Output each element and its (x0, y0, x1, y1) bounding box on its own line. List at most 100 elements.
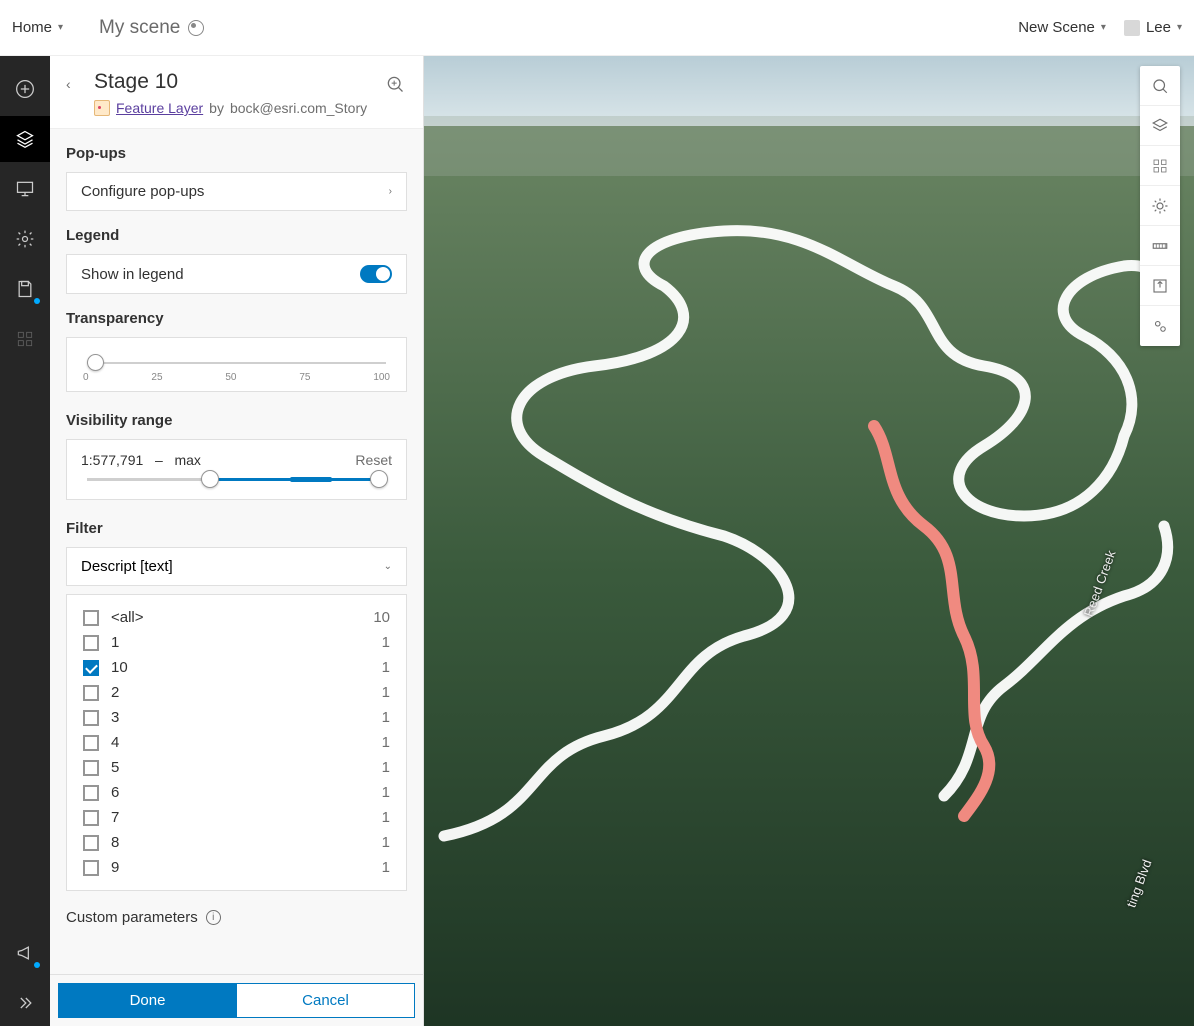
layers-icon (15, 129, 35, 149)
visibility-range-text: 1:577,791 – max (81, 452, 201, 468)
visibility-min-handle[interactable] (201, 470, 219, 488)
map-share-button[interactable] (1140, 266, 1180, 306)
custom-parameters-label: Custom parameters (66, 909, 198, 926)
filter-checkbox[interactable] (83, 685, 99, 701)
map-daylight-button[interactable] (1140, 186, 1180, 226)
basemap-icon (1151, 157, 1169, 175)
filter-item-count: 10 (373, 609, 390, 626)
ruler-icon (1151, 237, 1169, 255)
filter-checkbox[interactable] (83, 660, 99, 676)
nav-save[interactable] (0, 266, 50, 312)
filter-row[interactable]: 41 (67, 730, 406, 755)
filter-checkbox[interactable] (83, 810, 99, 826)
new-scene-menu[interactable]: New Scene ▾ (1018, 19, 1106, 36)
unsaved-dot-icon (34, 298, 40, 304)
chevron-down-icon: ▾ (1101, 22, 1106, 33)
filter-checkbox[interactable] (83, 735, 99, 751)
filter-checkbox[interactable] (83, 760, 99, 776)
tick-label: 50 (225, 372, 236, 383)
map-layers-button[interactable] (1140, 106, 1180, 146)
filter-item-count: 1 (382, 709, 390, 726)
visibility-max-handle[interactable] (370, 470, 388, 488)
custom-parameters-row[interactable]: Custom parameters i (66, 909, 407, 926)
map-toolbar (1140, 66, 1180, 346)
layers-icon (1151, 117, 1169, 135)
map-basemap-button[interactable] (1140, 146, 1180, 186)
filter-field-value: Descript [text] (81, 558, 173, 575)
nav-settings[interactable] (0, 216, 50, 262)
tick-label: 25 (151, 372, 162, 383)
filter-row[interactable]: 71 (67, 805, 406, 830)
transparency-slider[interactable] (87, 362, 386, 364)
show-in-legend-toggle[interactable] (360, 265, 392, 283)
cancel-button[interactable]: Cancel (237, 983, 415, 1018)
map-search-button[interactable] (1140, 66, 1180, 106)
filter-row[interactable]: 61 (67, 780, 406, 805)
byline-author: bock@esri.com_Story (230, 100, 367, 116)
panel-scroll[interactable]: Pop-ups Configure pop-ups › Legend Show … (50, 129, 423, 974)
filter-checkbox[interactable] (83, 710, 99, 726)
filter-checkbox[interactable] (83, 835, 99, 851)
share-icon (1151, 277, 1169, 295)
filter-row[interactable]: 51 (67, 755, 406, 780)
visibility-reset-button[interactable]: Reset (355, 452, 392, 468)
chevron-down-icon: ▾ (1177, 22, 1182, 33)
info-icon: i (206, 910, 221, 925)
byline-prefix: by (209, 100, 224, 116)
filter-row[interactable]: 11 (67, 630, 406, 655)
scene-viewport[interactable]: Reed Creek ting Blvd (424, 56, 1194, 1026)
filter-checkbox[interactable] (83, 860, 99, 876)
configure-popups-label: Configure pop-ups (81, 183, 204, 200)
filter-checkbox[interactable] (83, 635, 99, 651)
terrain-render (424, 56, 1194, 1026)
home-menu[interactable]: Home ▾ (12, 19, 63, 36)
zoom-extent-icon (385, 74, 405, 94)
filter-item-count: 1 (382, 734, 390, 751)
feature-layer-link[interactable]: Feature Layer (116, 100, 203, 116)
visibility-slider[interactable] (87, 478, 386, 481)
gears-icon (1151, 317, 1169, 335)
chevron-right-icon: › (389, 186, 392, 197)
filter-field-select[interactable]: Descript [text] ⌄ (66, 547, 407, 586)
nav-feedback[interactable] (0, 930, 50, 976)
save-icon (15, 279, 35, 299)
filter-row[interactable]: 101 (67, 655, 406, 680)
filter-item-label: 3 (111, 709, 119, 726)
nav-present[interactable] (0, 166, 50, 212)
map-measure-button[interactable] (1140, 226, 1180, 266)
search-icon (1151, 77, 1169, 95)
filter-checkbox[interactable] (83, 785, 99, 801)
panel-header: ‹ Stage 10 Feature Layer by bock@esri.co… (50, 56, 423, 129)
avatar-icon (1124, 20, 1140, 36)
chevron-down-icon: ⌄ (384, 561, 392, 572)
filter-row[interactable]: 81 (67, 830, 406, 855)
filter-item-count: 1 (382, 834, 390, 851)
filter-values-list: <all>10111012131415161718191 (66, 594, 407, 891)
nav-grid[interactable] (0, 316, 50, 362)
filter-item-label: 5 (111, 759, 119, 776)
filter-row[interactable]: 91 (67, 855, 406, 880)
nav-add[interactable] (0, 66, 50, 112)
sun-icon (1151, 197, 1169, 215)
user-menu[interactable]: Lee ▾ (1124, 19, 1182, 36)
nav-layers[interactable] (0, 116, 50, 162)
filter-item-count: 1 (382, 634, 390, 651)
back-button[interactable]: ‹ (66, 70, 86, 92)
filter-item-label: 9 (111, 859, 119, 876)
done-button[interactable]: Done (58, 983, 237, 1018)
filter-item-label: 6 (111, 784, 119, 801)
zoom-to-layer-button[interactable] (385, 70, 407, 99)
popups-section-label: Pop-ups (66, 145, 407, 162)
filter-row[interactable]: <all>10 (67, 605, 406, 630)
filter-checkbox[interactable] (83, 610, 99, 626)
configure-popups-button[interactable]: Configure pop-ups › (66, 172, 407, 211)
plus-circle-icon (15, 79, 35, 99)
filter-row[interactable]: 21 (67, 680, 406, 705)
map-settings-button[interactable] (1140, 306, 1180, 346)
filter-item-label: 10 (111, 659, 128, 676)
tick-label: 100 (373, 372, 390, 383)
megaphone-icon (15, 943, 35, 963)
transparency-handle[interactable] (87, 354, 104, 371)
filter-row[interactable]: 31 (67, 705, 406, 730)
nav-collapse[interactable] (0, 980, 50, 1026)
